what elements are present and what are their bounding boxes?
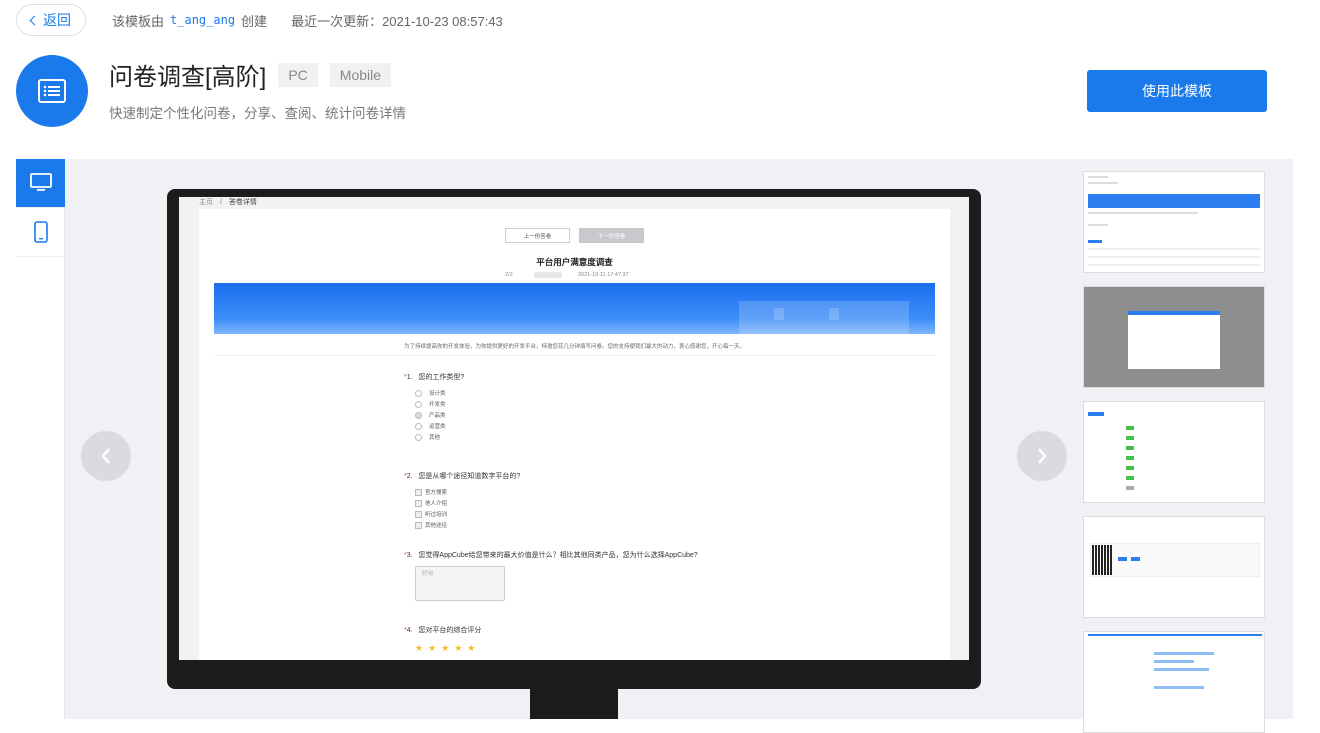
template-description: 快速制定个性化问卷，分享、查阅、统计问卷详情 — [109, 106, 406, 121]
answer-textarea[interactable]: 好用 — [415, 566, 505, 601]
created-suffix: 创建 — [241, 13, 268, 29]
breadcrumb-separator: / — [219, 199, 222, 206]
thumbnail-3[interactable] — [1083, 401, 1265, 503]
chevron-left-icon — [29, 15, 40, 26]
checkbox-option[interactable]: 听过培训 — [415, 510, 447, 518]
respondent-name — [534, 272, 562, 278]
checkbox-option[interactable]: 他人介绍 — [415, 499, 447, 507]
survey-intro: 为了持续提高你的开发体验，为你提供更好的开发平台，特邀您花几分钟填写问卷。您的支… — [403, 344, 745, 350]
list-icon — [38, 79, 66, 103]
mobile-icon — [33, 221, 48, 243]
survey-banner — [214, 283, 935, 334]
tag-pc: PC — [278, 62, 318, 87]
radio-option[interactable]: 设计类 — [415, 389, 446, 397]
question-3: *3. 您觉得AppCube给您带来的最大价值是什么？相比其他同类产品，您为什么… — [404, 552, 698, 559]
answer-sheet: 上一份答卷 下一份答卷 平台用户满意度调查 2/2 2021-10-11 17:… — [199, 209, 950, 660]
page-title: 问卷调查[高阶] — [109, 64, 267, 91]
use-template-button[interactable]: 使用此模板 — [1087, 70, 1267, 112]
divider — [214, 355, 935, 356]
question-1: *1. 您的工作类型? — [404, 374, 465, 381]
monitor-frame: 主页 / 答卷详情 上一份答卷 下一份答卷 平台用户满意度调查 2/2 2021… — [167, 189, 981, 689]
checkbox-option[interactable]: 其他途径 — [415, 521, 447, 529]
chevron-right-icon — [1038, 448, 1047, 464]
updated-time: 最近一次更新：2021-10-23 08:57:43 — [291, 13, 503, 29]
preview-area: 主页 / 答卷详情 上一份答卷 下一份答卷 平台用户满意度调查 2/2 2021… — [16, 159, 1293, 733]
radio-option[interactable]: 开发类 — [415, 400, 446, 408]
breadcrumb: 主页 / 答卷详情 — [199, 197, 257, 207]
star-rating[interactable]: ★★★★★ — [415, 643, 480, 654]
thumbnail-5[interactable] — [1083, 631, 1265, 733]
tab-mobile[interactable] — [16, 208, 65, 257]
thumbnail-1[interactable] — [1083, 171, 1265, 273]
breadcrumb-current: 答卷详情 — [228, 199, 257, 206]
next-answer-button[interactable]: 下一份答卷 — [579, 228, 644, 243]
next-slide-button[interactable] — [1017, 431, 1067, 481]
monitor-stand — [530, 689, 618, 719]
breadcrumb-home[interactable]: 主页 — [199, 199, 213, 206]
template-logo — [16, 55, 88, 127]
author-link[interactable]: t_ang_ang — [170, 13, 235, 27]
back-button[interactable]: 返回 — [16, 4, 86, 36]
back-label: 返回 — [43, 12, 71, 28]
desktop-icon — [29, 173, 52, 191]
top-bar: 返回 该模板由 t_ang_ang 创建 最近一次更新：2021-10-23 0… — [16, 4, 503, 36]
title-row: 问卷调查[高阶] PC Mobile — [109, 57, 392, 92]
thumbnail-4[interactable] — [1083, 516, 1265, 618]
chevron-left-icon — [101, 448, 110, 464]
radio-option[interactable]: 运营类 — [415, 422, 446, 430]
radio-option[interactable]: 其他 — [415, 433, 440, 441]
thumbnail-2[interactable] — [1083, 286, 1265, 388]
template-meta: 该模板由 t_ang_ang 创建 最近一次更新：2021-10-23 08:5… — [112, 11, 503, 30]
survey-progress: 2/2 — [505, 272, 513, 278]
question-2: *2. 您是从哪个途径知道数字平台的? — [404, 473, 521, 480]
tag-mobile: Mobile — [329, 62, 392, 87]
view-switcher — [16, 159, 65, 719]
checkbox-option[interactable]: 官方搜索 — [415, 488, 447, 496]
monitor-screen: 主页 / 答卷详情 上一份答卷 下一份答卷 平台用户满意度调查 2/2 2021… — [179, 197, 969, 660]
prev-slide-button[interactable] — [81, 431, 131, 481]
radio-option[interactable]: 产品类 — [415, 411, 446, 419]
prev-answer-button[interactable]: 上一份答卷 — [505, 228, 570, 243]
created-prefix: 该模板由 — [112, 13, 165, 29]
tab-desktop[interactable] — [16, 159, 65, 208]
survey-title: 平台用户满意度调查 — [536, 257, 613, 267]
survey-time: 2021-10-11 17:47:37 — [578, 272, 629, 278]
question-4: *4. 您对平台的综合评分 — [404, 627, 482, 634]
